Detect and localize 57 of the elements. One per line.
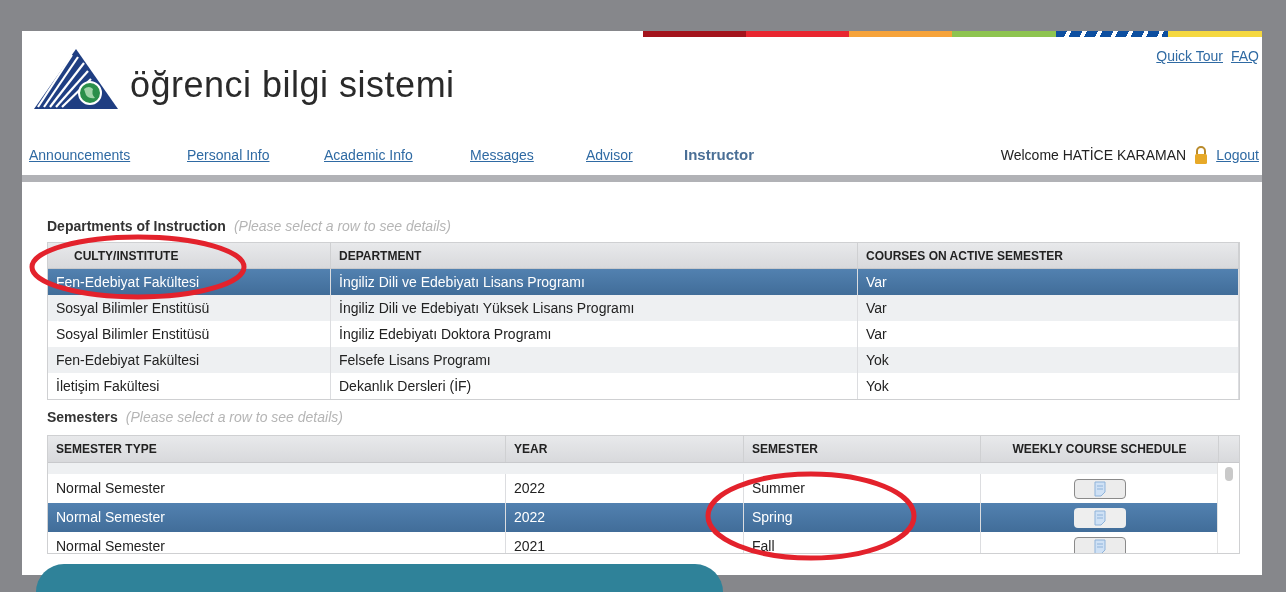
header-link[interactable]: FAQ [1231,46,1259,67]
table-cell-text: İngiliz Dili ve Edebiyatı Yüksek Lisans Programı [339,298,635,318]
nav-link[interactable]: Messages [470,146,534,163]
table-cell-text: İletişim Fakültesi [56,376,160,396]
section-hint: (Please select a row to see details) [125,408,343,427]
schedule-button[interactable] [1074,536,1126,553]
logo-text: öğrenci bilgi sistemi [130,63,455,107]
table-cell-text: Yok [866,376,889,396]
table-cell-text: 2022 [514,479,546,498]
table-cell-text: Normal Semester [56,537,165,553]
table-cell-text: İngiliz Dili ve Edebiyatı Lisans Programı [339,272,585,292]
table-row[interactable]: Fen-Edebiyat Fakültesi İngiliz Dili ve Edebiyatı Lisans Programı Var [48,269,1239,295]
document-icon [1094,480,1106,497]
welcome-text: Welcome HATİCE KARAMAN [1000,145,1187,165]
section-title: Departments of Instruction [47,217,226,236]
table-cell-text: Var [866,272,887,292]
document-icon [1094,538,1106,553]
table-cell-text: Sosyal Bilimler Enstitüsü [56,324,210,344]
table-row[interactable]: Sosyal Bilimler Enstitüsü İngiliz Dili ve Edebiyatı Yüksek Lisans Programı Var [48,295,1239,321]
table-cell-text: Dekanlık Dersleri (İF) [339,376,472,396]
table-cell-text: 2022 [514,508,546,527]
table-cell-text: Fall [752,537,775,553]
column-header[interactable]: SEMESTER TYPE [56,443,157,455]
nav-link[interactable]: Advisor [586,146,633,163]
column-header[interactable]: WEEKLY COURSE SCHEDULE [1012,443,1187,455]
column-header[interactable]: COURSES ON ACTIVE SEMESTER [866,249,1063,262]
nav-link[interactable]: Announcements [29,146,131,163]
table-row[interactable]: Normal Semester 2022 Spring [48,503,1219,532]
schedule-button[interactable] [1074,507,1126,528]
table-cell-text: Felsefe Lisans Programı [339,350,491,370]
table-row[interactable]: Fen-Edebiyat Fakültesi Felsefe Lisans Programı Yok [48,347,1239,373]
nav-link[interactable]: Instructor [684,146,754,163]
table-cell-text: Normal Semester [56,508,165,527]
column-header[interactable]: YEAR [514,443,548,455]
column-header[interactable]: SEMESTER [752,443,818,455]
table-cell-text: Fen-Edebiyat Fakültesi [56,350,200,370]
table-cell-text: Fen-Edebiyat Fakültesi [56,272,200,292]
lock-icon [1194,146,1209,165]
table-cell-text: Var [866,324,887,344]
section-title: Semesters [47,408,118,427]
table-cell-text: 2021 [514,537,546,553]
table-cell-text: Var [866,298,887,318]
table-cell-text: Spring [752,508,793,527]
table-cell-text: Sosyal Bilimler Enstitüsü [56,298,210,318]
section-hint: (Please select a row to see details) [233,217,451,236]
table-cell-text: İngiliz Edebiyatı Doktora Programı [339,324,552,344]
table-cell-text: Yok [866,350,889,370]
document-icon [1094,509,1106,526]
schedule-button[interactable] [1074,478,1126,499]
header-link[interactable]: Quick Tour [1156,46,1223,67]
column-header[interactable]: CULTY/INSTITUTE [74,249,179,262]
nav-link[interactable]: Academic Info [324,146,413,163]
nav-link[interactable]: Personal Info [187,146,270,163]
column-header[interactable]: DEPARTMENT [339,249,422,262]
logout-link[interactable]: Logout [1216,144,1259,166]
table-cell-text: Normal Semester [56,479,165,498]
table-cell-text: Summer [752,479,805,498]
